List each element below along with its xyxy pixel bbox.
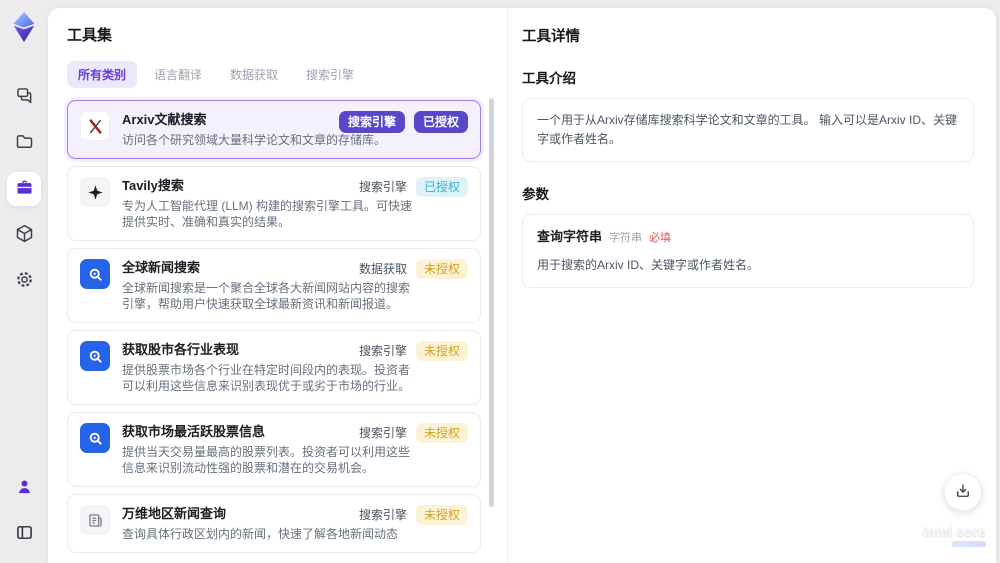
app-root: 工具集 所有类别 语言翻译 数据获取 搜索引擎 Arxiv文献搜索 访问各个研究领域大… <box>0 0 1000 563</box>
search-icon <box>80 259 110 289</box>
newspaper-icon <box>80 505 110 535</box>
arxiv-logo-icon <box>80 111 110 141</box>
params-list: 查询字符串 字符串 必填 用于搜索的Arxiv ID、关键字或作者姓名。 <box>522 214 974 289</box>
sidebar-item-models[interactable] <box>7 218 41 252</box>
param-required-badge: 必填 <box>649 232 672 245</box>
download-icon <box>954 482 972 503</box>
tool-category-tag: 搜索引擎 <box>358 508 407 522</box>
category-tabs: 所有类别 语言翻译 数据获取 搜索引擎 <box>67 61 507 88</box>
collapse-panel-icon <box>14 522 35 546</box>
app-gem-logo-icon <box>8 10 40 44</box>
sidebar-item-tools[interactable] <box>7 172 41 206</box>
download-button[interactable] <box>944 473 982 511</box>
tool-card[interactable]: 获取股市各行业表现 提供股票市场各个行业在特定时间段内的表现。投资者可以利用这些… <box>67 330 481 405</box>
sidebar-item-files[interactable] <box>7 126 41 160</box>
cube-icon <box>14 223 35 247</box>
intro-box: 一个用于从Arxiv存储库搜索科学论文和文章的工具。 输入可以是Arxiv ID… <box>522 98 974 163</box>
param-type: 字符串 <box>609 232 643 245</box>
tool-auth-badge: 未授权 <box>415 259 468 279</box>
sidebar-item-user[interactable] <box>7 471 41 505</box>
gear-icon <box>14 269 35 293</box>
tool-auth-badge: 已授权 <box>415 177 468 197</box>
sparkle-icon <box>80 177 110 207</box>
user-avatar-icon <box>14 476 35 500</box>
sidebar-item-chat[interactable] <box>7 80 41 114</box>
category-tab-1[interactable]: 语言翻译 <box>143 61 213 88</box>
tool-card[interactable]: 获取市场最活跃股票信息 提供当天交易量最高的股票列表。投资者可以利用这些信息来识… <box>67 412 481 487</box>
category-tab-3[interactable]: 搜索引擎 <box>295 61 365 88</box>
tool-card[interactable]: 全球新闻搜索 全球新闻搜索是一个聚合全球各大新闻网站内容的搜索引擎，帮助用户快速… <box>67 248 481 323</box>
category-tab-0[interactable]: 所有类别 <box>67 61 138 88</box>
params-heading: 参数 <box>522 187 549 203</box>
tool-auth-badge: 已授权 <box>413 111 468 133</box>
chat-icon <box>14 85 35 109</box>
tool-description: 专为人工智能代理 (LLM) 构建的搜索引擎工具。可快速提供实时、准确和真实的结… <box>122 199 413 229</box>
search-icon <box>80 341 110 371</box>
tool-description: 提供股票市场各个行业在特定时间段内的表现。投资者可以利用这些信息来识别表现优于或… <box>122 363 411 393</box>
intel-core-logo: intel core <box>923 524 986 547</box>
detail-title: 工具详情 <box>522 29 580 45</box>
tool-list-scrollbar[interactable] <box>489 90 494 555</box>
intel-ultra-gradient <box>952 541 986 547</box>
tool-card[interactable]: 万维地区新闻查询 查询具体行政区划内的新闻，快速了解各地新闻动态 搜索引擎 未授… <box>67 494 481 553</box>
intro-heading: 工具介绍 <box>522 71 576 86</box>
search-icon <box>80 423 110 453</box>
tool-description: 查询具体行政区划内的新闻，快速了解各地新闻动态 <box>122 527 399 541</box>
tool-category-tag: 搜索引擎 <box>358 426 407 440</box>
param-description: 用于搜索的Arxiv ID、关键字或作者姓名。 <box>537 258 760 273</box>
tool-card[interactable]: Tavily搜索 专为人工智能代理 (LLM) 构建的搜索引擎工具。可快速提供实… <box>67 166 481 241</box>
tool-category-tag: 搜索引擎 <box>358 344 407 358</box>
tool-detail-panel: 工具详情 工具介绍 一个用于从Arxiv存储库搜索科学论文和文章的工具。 输入可… <box>507 8 996 563</box>
sidebar-collapse-button[interactable] <box>7 517 41 551</box>
briefcase-tools-icon <box>14 177 35 201</box>
tool-auth-badge: 未授权 <box>415 505 468 525</box>
intro-text: 一个用于从Arxiv存储库搜索科学论文和文章的工具。 输入可以是Arxiv ID… <box>537 113 958 147</box>
toolset-panel: 工具集 所有类别 语言翻译 数据获取 搜索引擎 Arxiv文献搜索 访问各个研究领域大… <box>48 8 507 563</box>
tool-category-tag: 数据获取 <box>358 262 407 276</box>
param-card: 查询字符串 字符串 必填 用于搜索的Arxiv ID、关键字或作者姓名。 <box>522 214 974 289</box>
tool-description: 全球新闻搜索是一个聚合全球各大新闻网站内容的搜索引擎，帮助用户快速获取全球最新资… <box>122 281 411 311</box>
param-name: 查询字符串 <box>537 229 603 245</box>
tool-auth-badge: 未授权 <box>415 341 468 361</box>
tool-category-tag: 搜索引擎 <box>358 180 407 194</box>
tool-category-tag: 搜索引擎 <box>338 111 405 133</box>
tool-list: Arxiv文献搜索 访问各个研究领域大量科学论文和文章的存储库。 搜索引擎 已授… <box>67 100 481 553</box>
tool-card[interactable]: Arxiv文献搜索 访问各个研究领域大量科学论文和文章的存储库。 搜索引擎 已授… <box>67 100 481 159</box>
sidebar-item-settings[interactable] <box>7 264 41 298</box>
sidebar-rail <box>0 0 48 563</box>
tool-description: 访问各个研究领域大量科学论文和文章的存储库。 <box>122 133 387 147</box>
folder-icon <box>14 131 35 155</box>
category-tab-2[interactable]: 数据获取 <box>219 61 289 88</box>
main-panel: 工具集 所有类别 语言翻译 数据获取 搜索引擎 Arxiv文献搜索 访问各个研究领域大… <box>48 8 996 563</box>
toolset-title: 工具集 <box>67 27 113 44</box>
tool-auth-badge: 未授权 <box>415 423 468 443</box>
tool-description: 提供当天交易量最高的股票列表。投资者可以利用这些信息来识别流动性强的股票和潜在的… <box>122 445 411 475</box>
